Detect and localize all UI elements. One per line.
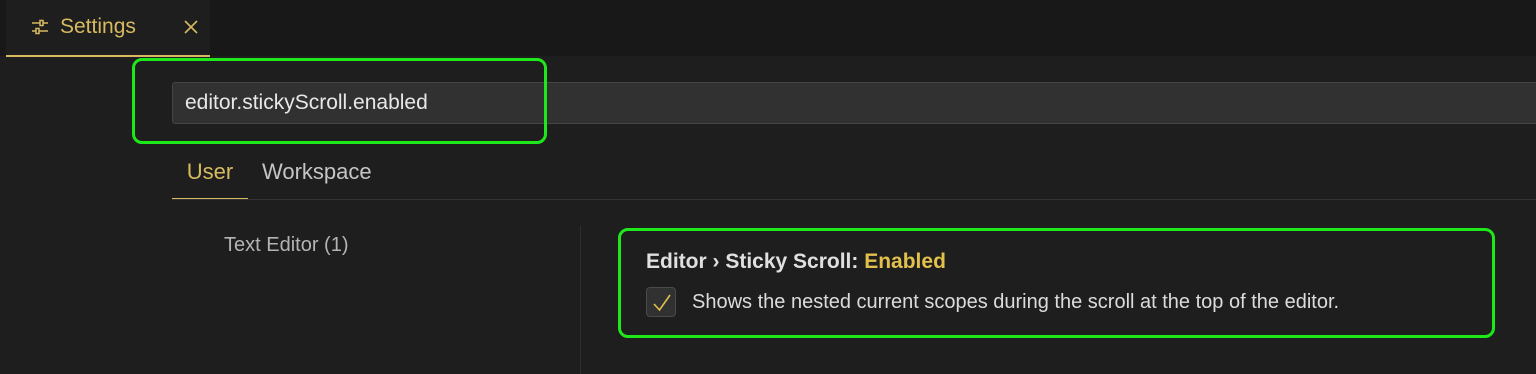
toc-item-text-editor[interactable]: Text Editor (1) <box>224 232 348 258</box>
editor-tab-bar: Settings <box>0 0 1536 57</box>
toc-divider <box>580 226 581 374</box>
tab-label: Settings <box>60 15 136 38</box>
settings-sliders-icon <box>30 17 50 37</box>
setting-highlight-box <box>618 228 1495 338</box>
close-icon[interactable] <box>181 17 201 37</box>
settings-tab[interactable]: Settings <box>6 0 210 57</box>
setting-description: Shows the nested current scopes during t… <box>692 291 1340 313</box>
tab-user[interactable]: User <box>172 150 248 200</box>
setting-title: Editor › Sticky Scroll: Enabled <box>646 248 946 276</box>
scope-divider <box>172 199 1536 200</box>
sticky-scroll-checkbox[interactable] <box>646 287 676 317</box>
checkmark-icon <box>653 294 671 312</box>
tab-workspace[interactable]: Workspace <box>262 150 392 198</box>
settings-search-input[interactable] <box>172 82 1536 124</box>
setting-category: Editor › Sticky Scroll: <box>646 250 865 273</box>
setting-key: Enabled <box>864 250 946 273</box>
